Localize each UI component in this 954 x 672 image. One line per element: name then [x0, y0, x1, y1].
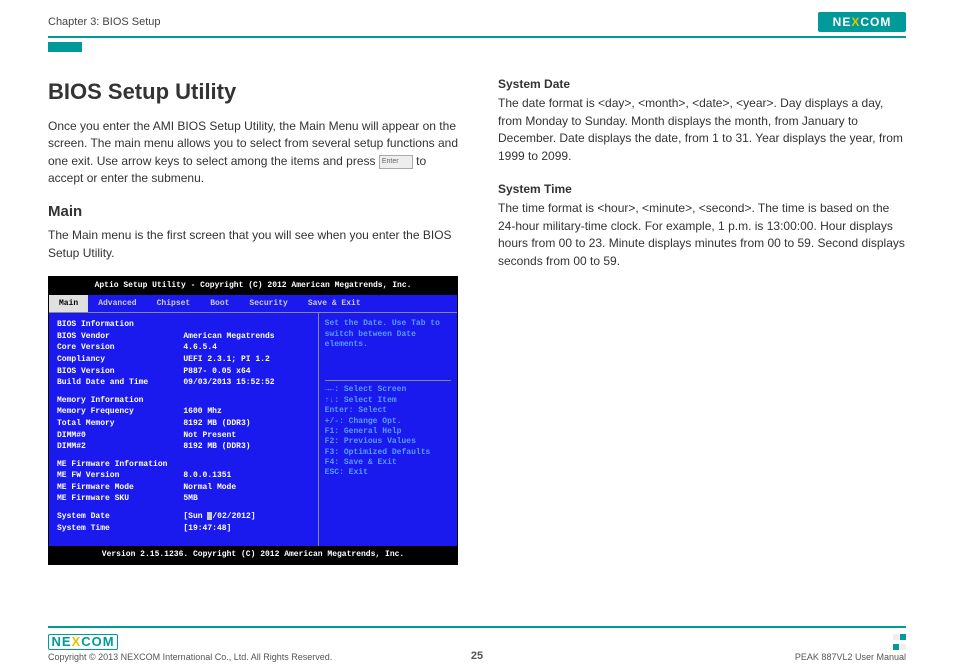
- bios-tabs: Main Advanced Chipset Boot Security Save…: [49, 295, 457, 314]
- bios-system-date-value: [Sun /02/2012]: [183, 511, 309, 523]
- bios-tab-main: Main: [49, 295, 88, 313]
- footer-dots-icon: [892, 632, 906, 652]
- bios-tab-advanced: Advanced: [88, 295, 146, 313]
- bios-system-date-label: System Date: [57, 511, 183, 523]
- bios-screenshot: Aptio Setup Utility - Copyright (C) 2012…: [48, 276, 458, 565]
- intro-paragraph: Once you enter the AMI BIOS Setup Utilit…: [48, 118, 458, 188]
- system-date-head: System Date: [498, 76, 906, 93]
- manual-name: PEAK 887VL2 User Manual: [795, 652, 906, 662]
- logo-top: NEXCOM: [818, 12, 906, 32]
- main-heading: Main: [48, 201, 458, 223]
- page-number: 25: [471, 650, 483, 662]
- logo-bottom: NEXCOM: [48, 634, 118, 650]
- page-title: BIOS Setup Utility: [48, 76, 458, 108]
- bios-tab-security: Security: [239, 295, 297, 313]
- system-date-text: The date format is <day>, <month>, <date…: [498, 95, 906, 165]
- bios-key-legend: →←: Select Screen ↑↓: Select Item Enter:…: [325, 380, 451, 479]
- copyright-text: Copyright © 2013 NEXCOM International Co…: [48, 652, 332, 662]
- bios-system-time-label: System Time: [57, 523, 183, 535]
- bios-system-time-value: [19:47:48]: [183, 523, 309, 535]
- main-text: The Main menu is the first screen that y…: [48, 227, 458, 262]
- bios-tab-chipset: Chipset: [147, 295, 201, 313]
- enter-key-icon: Enter: [379, 155, 413, 169]
- system-time-text: The time format is <hour>, <minute>, <se…: [498, 200, 906, 270]
- bios-help-text: Set the Date. Use Tab to switch between …: [325, 319, 451, 350]
- bios-tab-boot: Boot: [200, 295, 239, 313]
- bios-footer: Version 2.15.1236. Copyright (C) 2012 Am…: [49, 546, 457, 564]
- tab-mark: [48, 42, 82, 52]
- bios-tab-save: Save & Exit: [298, 295, 371, 313]
- bios-title: Aptio Setup Utility - Copyright (C) 2012…: [49, 277, 457, 295]
- chapter-label: Chapter 3: BIOS Setup: [48, 16, 161, 28]
- system-time-head: System Time: [498, 181, 906, 198]
